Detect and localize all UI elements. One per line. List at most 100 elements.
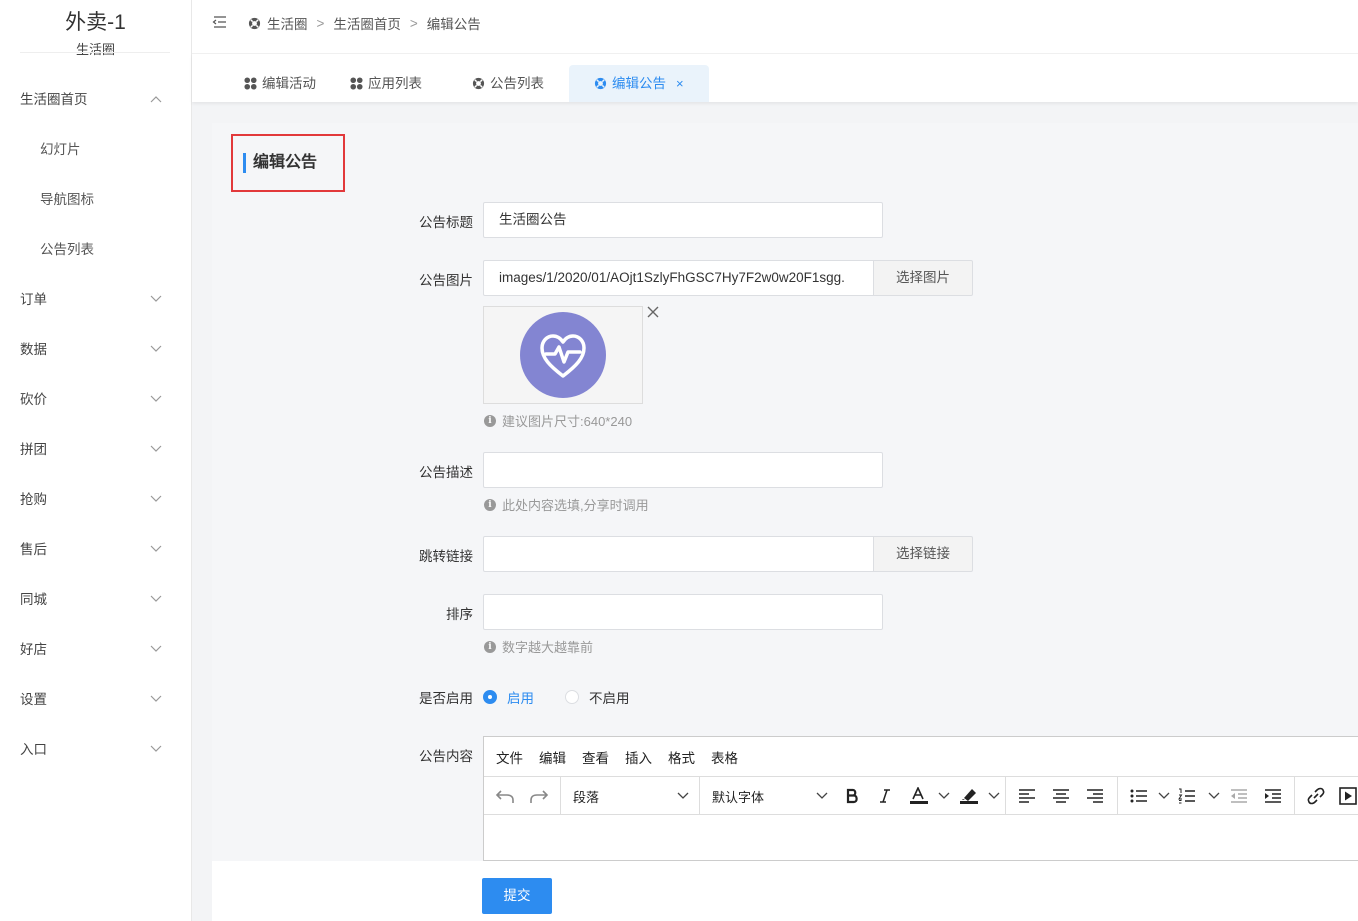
- sidebar-item-label: 导航图标: [40, 192, 94, 207]
- close-icon[interactable]: ×: [676, 65, 684, 102]
- sidebar-item-bargain[interactable]: 砍价: [0, 375, 191, 425]
- tab-label: 编辑公告: [612, 76, 666, 91]
- radio-disabled-label[interactable]: 不启用: [589, 687, 630, 707]
- tab-bar: 编辑活动 应用列表 公告列表 编辑公告 ×: [192, 54, 1358, 102]
- menu-edit[interactable]: 编辑: [539, 747, 566, 767]
- toolbar-divider: [1294, 777, 1295, 815]
- sidebar-item-slides[interactable]: 幻灯片: [0, 125, 191, 175]
- sidebar-item-data[interactable]: 数据: [0, 325, 191, 375]
- numbered-list-icon[interactable]: [1174, 777, 1200, 815]
- sidebar-item-entry[interactable]: 入口: [0, 725, 191, 775]
- description-input[interactable]: [483, 452, 883, 488]
- sidebar-item-good-shops[interactable]: 好店: [0, 625, 191, 675]
- radio-enabled[interactable]: [483, 690, 497, 704]
- brand-title: 外卖-1: [65, 11, 126, 34]
- apps-icon: [350, 77, 363, 90]
- tab-edit-notice[interactable]: 编辑公告 ×: [569, 65, 709, 102]
- choose-image-button[interactable]: 选择图片: [873, 260, 973, 296]
- sidebar-item-life-circle-home[interactable]: 生活圈首页: [0, 75, 191, 125]
- menu-fold-icon[interactable]: [212, 14, 228, 30]
- menu-view[interactable]: 查看: [582, 747, 609, 767]
- sort-input[interactable]: [483, 594, 883, 630]
- chevron-down-icon: [150, 575, 162, 625]
- chevron-down-icon: [150, 625, 162, 675]
- chevron-down-icon: [150, 375, 162, 425]
- chevron-down-icon[interactable]: [988, 792, 1000, 800]
- editor-toolbar: 段落 默认字体: [484, 777, 1358, 815]
- submit-button[interactable]: 提交: [482, 878, 552, 914]
- sidebar-item-flash-sale[interactable]: 抢购: [0, 475, 191, 525]
- italic-icon[interactable]: [872, 777, 898, 815]
- rich-text-editor: 文件 编辑 查看 插入 格式 表格 段落 默认字体: [483, 736, 1358, 861]
- sidebar-item-after-sales[interactable]: 售后: [0, 525, 191, 575]
- text-color-icon[interactable]: [904, 777, 934, 815]
- description-label: 公告描述: [419, 465, 473, 480]
- hint-text: 数字越大越靠前: [502, 640, 594, 655]
- breadcrumb-separator: >: [316, 15, 325, 31]
- sidebar-item-orders[interactable]: 订单: [0, 275, 191, 325]
- brand: 外卖-1 生活圈: [0, 0, 191, 60]
- image-path-input[interactable]: images/1/2020/01/AOjt1SzlyFhGSC7Hy7F2w0w…: [483, 260, 874, 296]
- sidebar-item-notice-list[interactable]: 公告列表: [0, 225, 191, 275]
- editor-menubar: 文件 编辑 查看 插入 格式 表格: [484, 737, 1358, 777]
- tab-app-list[interactable]: 应用列表: [350, 65, 422, 102]
- chevron-down-icon[interactable]: [1158, 792, 1170, 800]
- link-input[interactable]: [483, 536, 874, 572]
- image-label: 公告图片: [419, 273, 473, 288]
- chevron-down-icon[interactable]: [938, 792, 950, 800]
- sidebar-item-settings[interactable]: 设置: [0, 675, 191, 725]
- choose-link-button[interactable]: 选择链接: [873, 536, 973, 572]
- description-hint: i 此处内容选填,分享时调用: [484, 495, 649, 514]
- media-icon[interactable]: [1336, 777, 1358, 815]
- remove-image-icon[interactable]: [646, 305, 660, 319]
- sidebar-item-label: 入口: [20, 742, 47, 757]
- breadcrumb-item: 编辑公告: [426, 17, 481, 32]
- sidebar-item-label: 订单: [20, 292, 47, 307]
- highlight-color-icon[interactable]: [954, 777, 984, 815]
- outdent-icon[interactable]: [1226, 777, 1252, 815]
- sort-label: 排序: [446, 607, 473, 622]
- indent-icon[interactable]: [1260, 777, 1286, 815]
- link-icon[interactable]: [1302, 777, 1330, 815]
- undo-icon[interactable]: [490, 777, 520, 815]
- align-center-icon[interactable]: [1048, 777, 1074, 815]
- hint-text: 建议图片尺寸:640*240: [502, 414, 633, 429]
- align-right-icon[interactable]: [1082, 777, 1108, 815]
- bold-icon[interactable]: [839, 777, 865, 815]
- radio-disabled[interactable]: [565, 690, 579, 704]
- sidebar-item-nav-icons[interactable]: 导航图标: [0, 175, 191, 225]
- info-icon: i: [484, 498, 496, 511]
- tab-edit-activity[interactable]: 编辑活动: [244, 65, 316, 102]
- font-family-select[interactable]: 默认字体: [700, 777, 834, 815]
- breadcrumb-item[interactable]: 生活圈首页: [333, 13, 401, 33]
- divider: [20, 52, 170, 53]
- sidebar-item-local[interactable]: 同城: [0, 575, 191, 625]
- chevron-down-icon: [150, 525, 162, 575]
- sidebar-menu: 生活圈首页 幻灯片 导航图标 公告列表 订单 数据 砍价 拼团 抢购 售后 同城…: [0, 75, 191, 775]
- chevron-down-icon[interactable]: [1208, 792, 1220, 800]
- toolbar-divider: [1005, 777, 1006, 815]
- block-format-select[interactable]: 段落: [561, 777, 699, 815]
- redo-icon[interactable]: [524, 777, 554, 815]
- tab-label: 编辑活动: [262, 76, 316, 91]
- bullet-list-icon[interactable]: [1126, 777, 1152, 815]
- menu-file[interactable]: 文件: [496, 747, 523, 767]
- breadcrumb-item[interactable]: 生活圈: [267, 13, 308, 33]
- sort-hint: i 数字越大越靠前: [484, 637, 593, 656]
- sidebar: 外卖-1 生活圈 生活圈首页 幻灯片 导航图标 公告列表 订单 数据 砍价 拼团…: [0, 0, 192, 921]
- chevron-down-icon: [677, 792, 689, 799]
- align-left-icon[interactable]: [1014, 777, 1040, 815]
- menu-format[interactable]: 格式: [668, 747, 695, 767]
- radio-enabled-label[interactable]: 启用: [507, 687, 534, 707]
- font-family-value: 默认字体: [712, 789, 765, 805]
- lifebuoy-icon: [472, 77, 485, 90]
- sidebar-item-group-buy[interactable]: 拼团: [0, 425, 191, 475]
- sidebar-item-label: 同城: [20, 592, 47, 607]
- tab-notice-list[interactable]: 公告列表: [472, 65, 544, 102]
- title-input[interactable]: 生活圈公告: [483, 202, 883, 238]
- page-title: 编辑公告: [253, 154, 318, 171]
- menu-insert[interactable]: 插入: [625, 747, 652, 767]
- chevron-down-icon: [150, 475, 162, 525]
- menu-table[interactable]: 表格: [711, 747, 738, 767]
- chevron-up-icon: [150, 75, 162, 125]
